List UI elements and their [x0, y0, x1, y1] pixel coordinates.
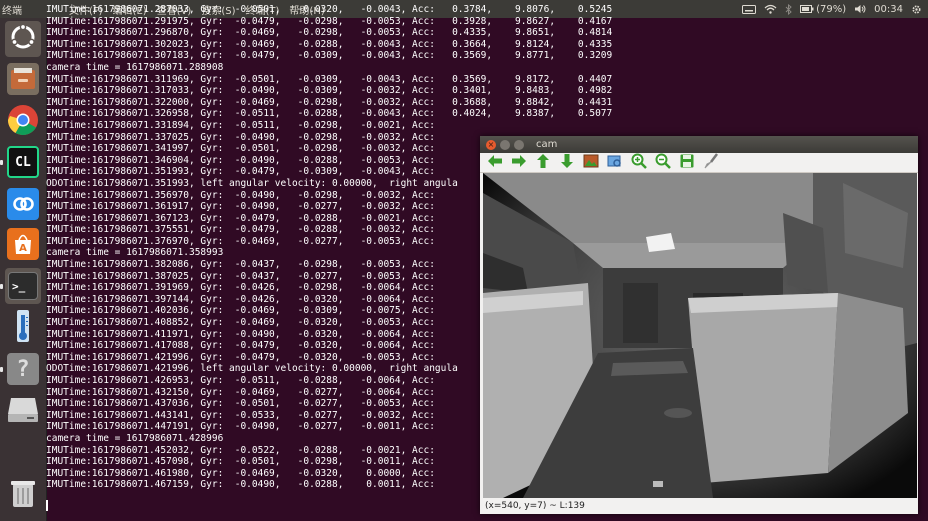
terminal-line: IMUTime:1617986071.331894, Gyr: -0.0511,… [46, 119, 435, 131]
terminal-icon: >_ [8, 272, 38, 300]
arrow-left-icon [487, 153, 503, 172]
thermometer-app-icon [13, 309, 33, 347]
dash-home-icon [8, 22, 38, 56]
zoom-original-button[interactable] [582, 154, 600, 171]
terminal-line: camera time = 1617986071.288908 [46, 61, 224, 73]
pan-down-button[interactable] [558, 153, 576, 173]
pan-up-button[interactable] [534, 153, 552, 173]
dash-home-button[interactable] [5, 21, 41, 57]
terminal-line: IMUTime:1617986071.317033, Gyr: -0.0490,… [46, 85, 613, 97]
camera-image[interactable] [483, 173, 917, 498]
zoom-out-button[interactable] [654, 153, 672, 173]
launcher: CL A >_ ? [0, 18, 47, 521]
running-indicator [0, 367, 3, 372]
svg-text:A: A [19, 243, 27, 254]
cam-toolbar [480, 152, 918, 173]
zoom-out-icon [655, 153, 671, 173]
baidu-netdisk-icon [7, 188, 39, 220]
settings-brush-icon [703, 152, 719, 173]
help-unknown-icon: ? [7, 353, 39, 385]
chrome-icon [7, 104, 39, 140]
minimize-button[interactable] [500, 139, 510, 150]
terminal-line: IMUTime:1617986071.311969, Gyr: -0.0501,… [46, 73, 613, 85]
cam-titlebar[interactable]: × cam [480, 136, 918, 153]
launcher-unknown-app[interactable]: ? [0, 351, 41, 387]
properties-button[interactable] [702, 152, 720, 173]
zoom-region-button[interactable] [606, 154, 624, 171]
save-icon [680, 153, 694, 172]
arrow-right-icon [511, 153, 527, 172]
arrow-up-icon [536, 153, 550, 173]
terminal-line: IMUTime:1617986071.322000, Gyr: -0.0469,… [46, 96, 613, 108]
launcher-software-center[interactable]: A [5, 226, 41, 262]
cursor-position-readout: (x=540, y=7) ~ L:139 [485, 500, 585, 511]
disk-drive-icon [7, 394, 39, 428]
running-indicator [0, 284, 3, 289]
arrow-down-icon [560, 153, 574, 173]
image-icon [583, 153, 599, 172]
terminal-line: IMUTime:1617986071.307183, Gyr: -0.0479,… [46, 50, 613, 62]
cam-window[interactable]: × cam (x=540, y=7) ~ L:139 [480, 136, 918, 514]
pan-left-button[interactable] [486, 154, 504, 171]
terminal-line: IMUTime:1617986071.296870, Gyr: -0.0469,… [46, 27, 613, 39]
terminal-cursor [46, 500, 48, 511]
terminal-line: IMUTime:1617986071.291975, Gyr: -0.0479,… [46, 15, 613, 27]
clion-icon: CL [7, 146, 39, 178]
terminal-line: IMUTime:1617986071.302023, Gyr: -0.0469,… [46, 38, 613, 50]
files-icon [7, 63, 39, 95]
launcher-chrome[interactable] [5, 104, 41, 140]
launcher-trash[interactable] [5, 477, 41, 513]
active-app-title: 终端 [2, 5, 22, 17]
launcher-clion[interactable]: CL [0, 144, 41, 180]
software-center-icon: A [7, 228, 39, 260]
zoom-region-icon [607, 153, 623, 172]
launcher-terminal[interactable]: >_ [0, 268, 41, 304]
save-button[interactable] [678, 154, 696, 171]
launcher-baidu-netdisk[interactable] [5, 186, 41, 222]
running-indicator [0, 160, 3, 165]
cam-status-bar: (x=540, y=7) ~ L:139 [483, 499, 919, 512]
terminal-line: IMUTime:1617986071.287033, Gyr: -0.0501,… [46, 4, 613, 15]
zoom-in-icon [631, 153, 647, 173]
launcher-disk[interactable] [5, 393, 41, 429]
maximize-button[interactable] [514, 139, 524, 150]
launcher-thermometer-app[interactable] [5, 310, 41, 346]
terminal-line: IMUTime:1617986071.326958, Gyr: -0.0511,… [46, 108, 613, 120]
zoom-in-button[interactable] [630, 153, 648, 173]
pan-right-button[interactable] [510, 154, 528, 171]
launcher-files[interactable] [5, 61, 41, 97]
close-button[interactable]: × [486, 139, 496, 150]
trash-icon [9, 478, 37, 512]
close-icon: × [487, 139, 495, 149]
cam-window-title: cam [536, 139, 558, 150]
